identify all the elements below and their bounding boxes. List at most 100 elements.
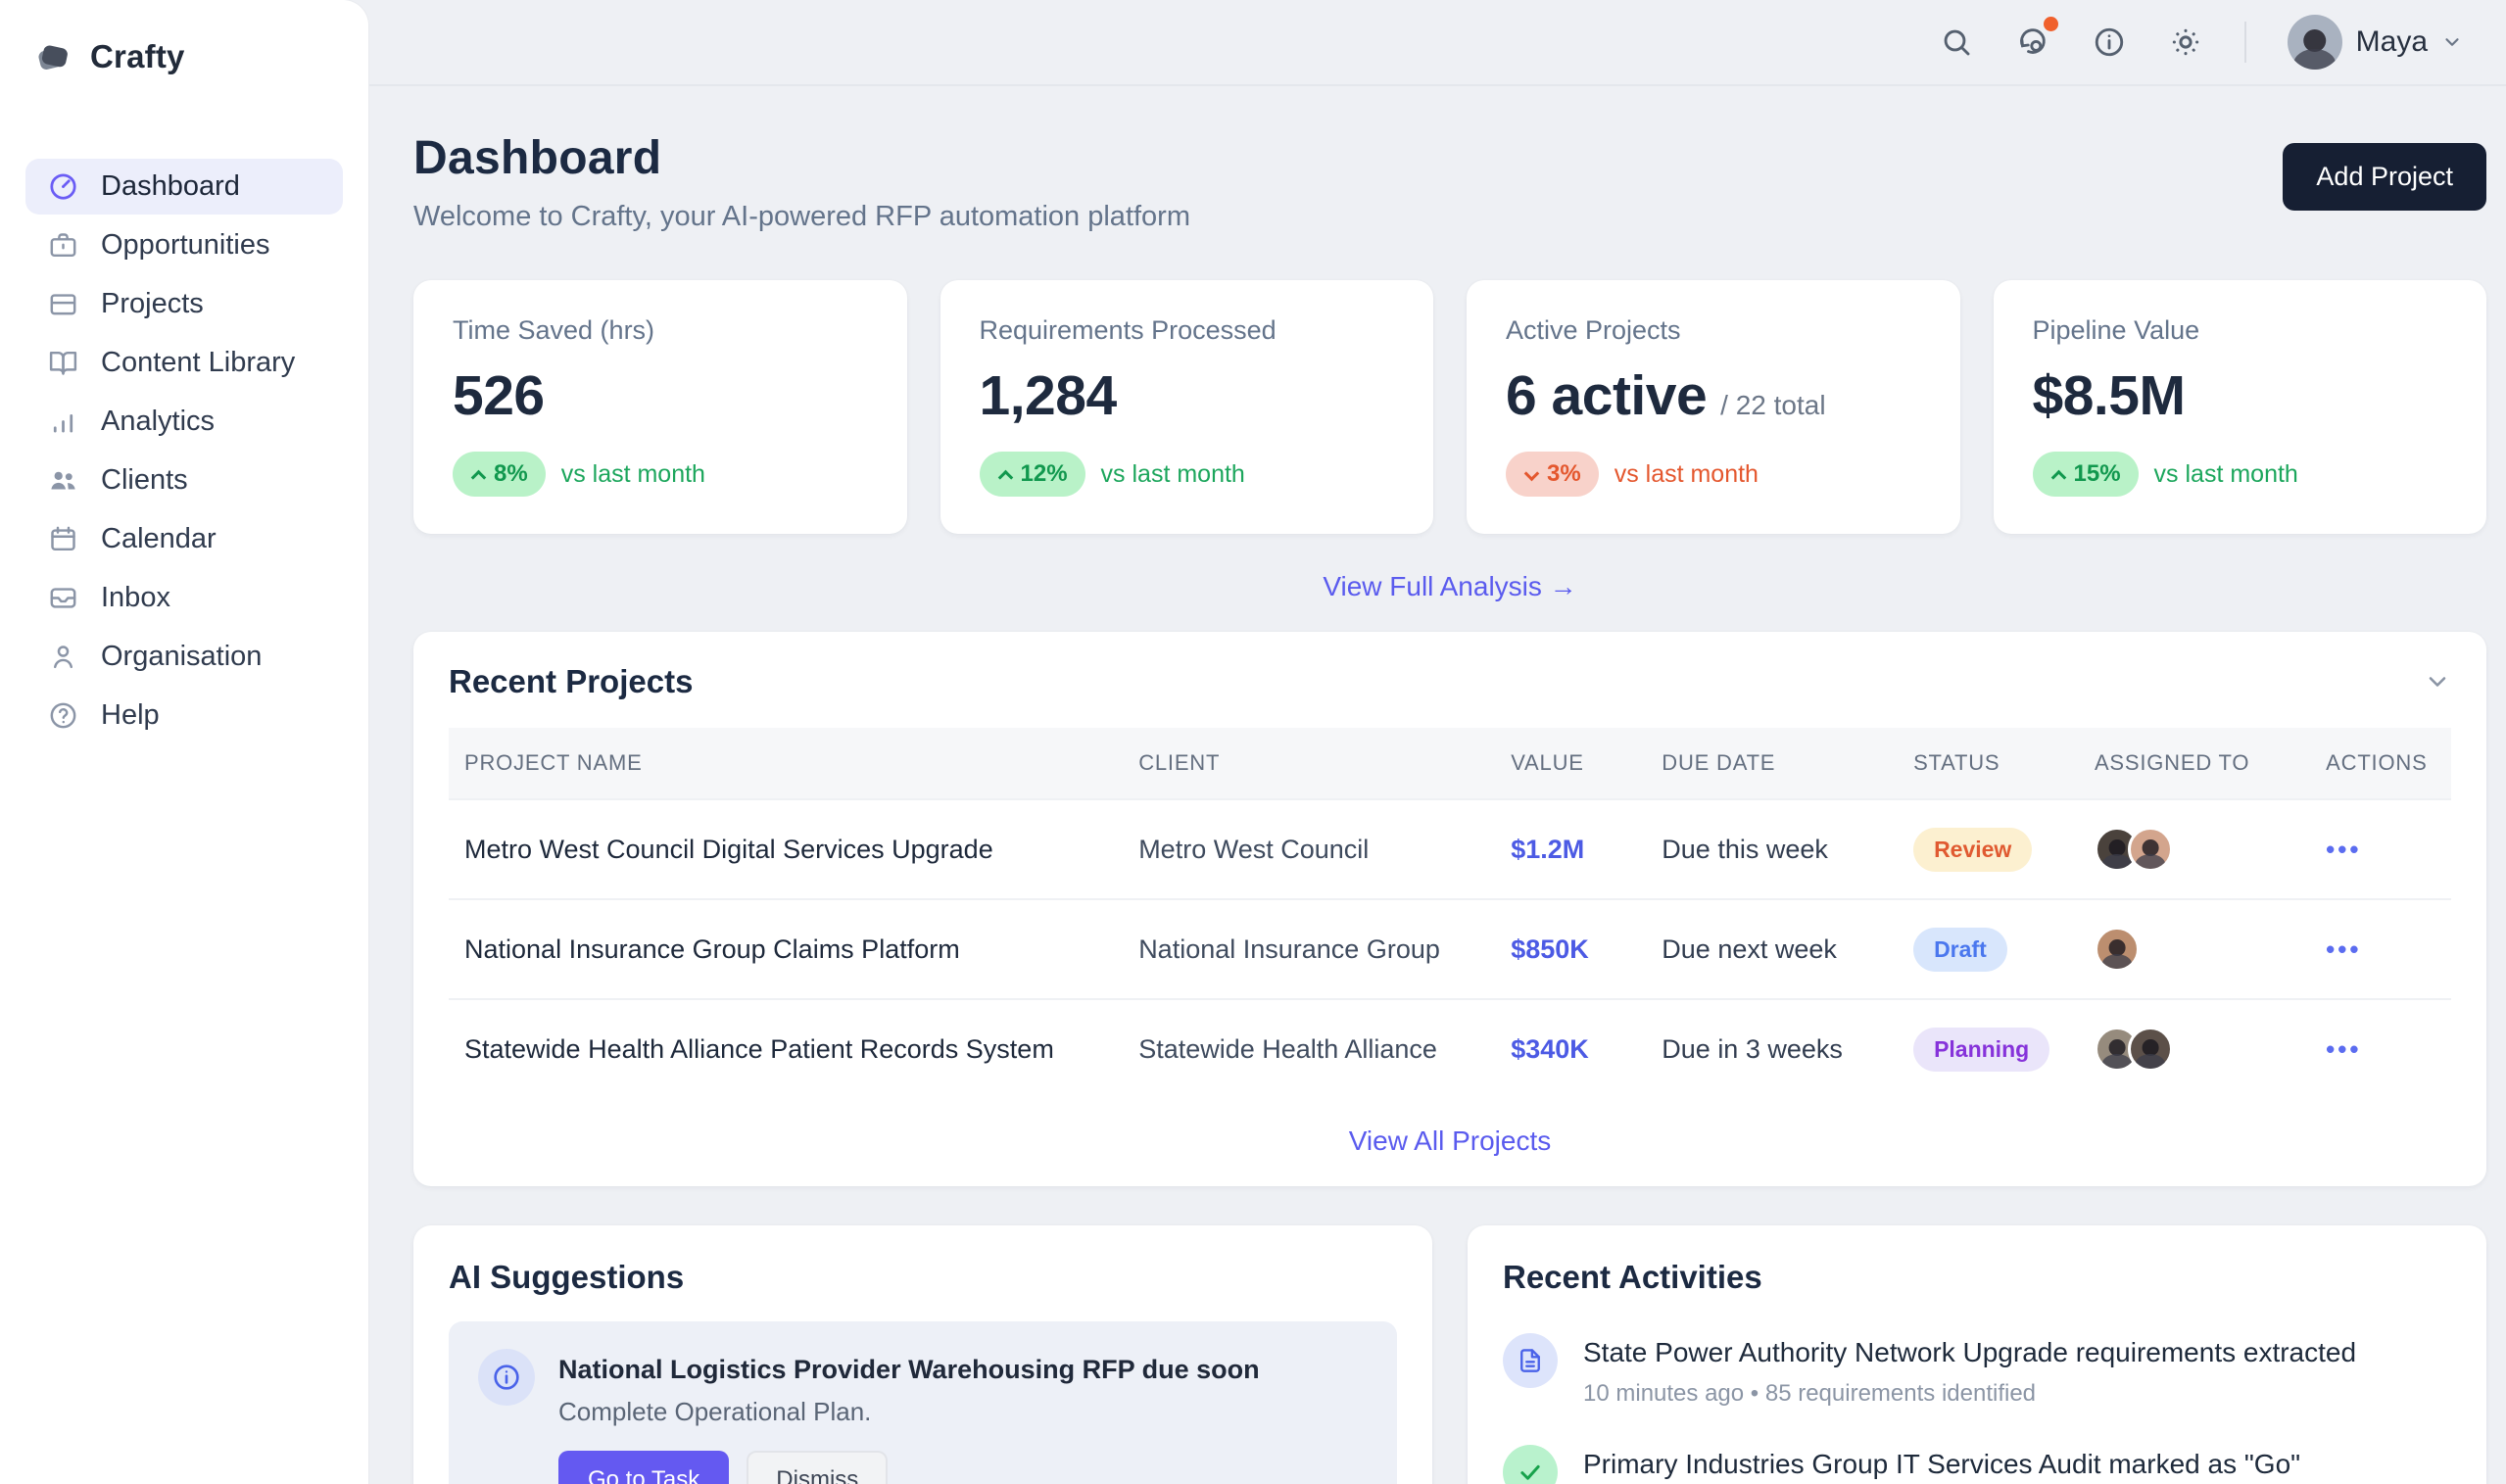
sidebar-item-label: Analytics — [101, 406, 215, 438]
stat-label: Requirements Processed — [980, 315, 1395, 346]
sidebar-item-label: Opportunities — [101, 229, 270, 262]
content: Dashboard Welcome to Crafty, your AI-pow… — [368, 86, 2506, 1484]
stat-value: 526 — [453, 363, 545, 428]
activity-item: Primary Industries Group IT Services Aud… — [1503, 1445, 2451, 1484]
sidebar-item-clients[interactable]: Clients — [25, 453, 343, 508]
topbar: Maya — [368, 0, 2506, 86]
project-due: Due in 3 weeks — [1646, 999, 1898, 1098]
users-icon — [47, 464, 79, 497]
stat-card-requirements: Requirements Processed 1,284 12% vs last… — [940, 280, 1434, 534]
topbar-divider — [2244, 22, 2246, 63]
info-circle-icon — [478, 1349, 535, 1406]
col-project-name: PROJECT NAME — [449, 728, 1123, 799]
status-badge: Draft — [1913, 928, 2007, 972]
panel-icon — [47, 288, 79, 320]
row-actions-button[interactable]: ••• — [2326, 934, 2361, 964]
sidebar-item-dashboard[interactable]: Dashboard — [25, 159, 343, 215]
activity-meta: 10 minutes ago • 85 requirements identif… — [1583, 1380, 2356, 1408]
stat-card-time-saved: Time Saved (hrs) 526 8% vs last month — [413, 280, 907, 534]
support-icon[interactable] — [2015, 24, 2050, 60]
collapse-chevron-icon[interactable] — [2424, 668, 2451, 695]
add-project-button[interactable]: Add Project — [2283, 143, 2486, 211]
suggestion-desc: Complete Operational Plan. — [558, 1397, 1260, 1427]
sidebar-item-analytics[interactable]: Analytics — [25, 394, 343, 450]
recent-activities-title: Recent Activities — [1503, 1259, 2451, 1296]
stat-value: 6 active — [1506, 363, 1707, 428]
col-client: CLIENT — [1123, 728, 1495, 799]
activity-item: State Power Authority Network Upgrade re… — [1503, 1333, 2451, 1408]
stat-label: Pipeline Value — [2033, 315, 2448, 346]
notification-dot — [2044, 17, 2058, 31]
sidebar-item-inbox[interactable]: Inbox — [25, 570, 343, 626]
recent-activities-panel: Recent Activities State Power Authority … — [1468, 1225, 2486, 1484]
calendar-icon — [47, 523, 79, 555]
avatar — [2128, 827, 2173, 872]
search-icon[interactable] — [1939, 24, 1974, 60]
col-value: VALUE — [1495, 728, 1646, 799]
sidebar-item-calendar[interactable]: Calendar — [25, 511, 343, 567]
sidebar-item-opportunities[interactable]: Opportunities — [25, 217, 343, 273]
avatar — [2095, 927, 2140, 972]
trend-caret-icon — [1523, 467, 1539, 481]
trend-compare: vs last month — [1614, 460, 1759, 489]
sidebar-item-projects[interactable]: Projects — [25, 276, 343, 332]
crafty-logo-icon — [31, 35, 74, 78]
project-name: Metro West Council Digital Services Upgr… — [449, 799, 1123, 899]
help-icon — [47, 699, 79, 732]
ai-suggestions-panel: AI Suggestions National Logistics Provid… — [413, 1225, 1432, 1484]
chevron-down-icon — [2441, 31, 2463, 53]
projects-table: PROJECT NAME CLIENT VALUE DUE DATE STATU… — [449, 728, 2451, 1098]
sidebar-item-label: Organisation — [101, 641, 262, 673]
col-due-date: DUE DATE — [1646, 728, 1898, 799]
col-status: STATUS — [1898, 728, 2079, 799]
project-name: Statewide Health Alliance Patient Record… — [449, 999, 1123, 1098]
project-due: Due this week — [1646, 799, 1898, 899]
assigned-avatars — [2095, 1027, 2294, 1072]
avatar — [2128, 1027, 2173, 1072]
col-actions: ACTIONS — [2310, 728, 2451, 799]
stat-suffix: / 22 total — [1720, 390, 1825, 421]
trend-caret-icon — [997, 467, 1013, 481]
project-client: National Insurance Group — [1123, 899, 1495, 999]
theme-sun-icon[interactable] — [2168, 24, 2203, 60]
brand: Crafty — [25, 29, 343, 78]
project-value: $340K — [1495, 999, 1646, 1098]
assigned-avatars — [2095, 927, 2294, 972]
col-assigned-to: ASSIGNED TO — [2079, 728, 2310, 799]
user-avatar — [2288, 15, 2342, 70]
trend-compare: vs last month — [1101, 460, 1245, 489]
suggestion-title: National Logistics Provider Warehousing … — [558, 1349, 1260, 1385]
book-open-icon — [47, 347, 79, 379]
trend-pill: 12% — [980, 452, 1085, 497]
stat-label: Time Saved (hrs) — [453, 315, 868, 346]
dismiss-button[interactable]: Dismiss — [747, 1451, 888, 1484]
sidebar-item-organisation[interactable]: Organisation — [25, 629, 343, 685]
trend-pill: 8% — [453, 452, 546, 497]
main-area: Maya Dashboard Welcome to Crafty, your A… — [368, 0, 2506, 1484]
row-actions-button[interactable]: ••• — [2326, 1034, 2361, 1064]
row-actions-button[interactable]: ••• — [2326, 835, 2361, 864]
stat-value: $8.5M — [2033, 363, 2186, 428]
trend-compare: vs last month — [561, 460, 705, 489]
project-value: $850K — [1495, 899, 1646, 999]
trend-caret-icon — [2050, 467, 2066, 481]
info-icon[interactable] — [2092, 24, 2127, 60]
project-client: Statewide Health Alliance — [1123, 999, 1495, 1098]
trend-compare: vs last month — [2154, 460, 2298, 489]
recent-projects-title: Recent Projects — [449, 663, 693, 700]
view-all-projects-link[interactable]: View All Projects — [1349, 1125, 1551, 1156]
sidebar-item-content-library[interactable]: Content Library — [25, 335, 343, 391]
gauge-icon — [47, 170, 79, 203]
go-to-task-button[interactable]: Go to Task — [558, 1451, 729, 1484]
sidebar-item-label: Inbox — [101, 582, 170, 614]
inbox-icon — [47, 582, 79, 614]
view-full-analysis-link[interactable]: View Full Analysis → — [1323, 571, 1576, 601]
sidebar-item-help[interactable]: Help — [25, 688, 343, 743]
sidebar: Crafty Dashboard Opportunities — [0, 0, 368, 1484]
trend-pill: 3% — [1506, 452, 1599, 497]
document-icon — [1503, 1333, 1558, 1388]
page-title: Dashboard — [413, 131, 1190, 185]
trend-pill: 15% — [2033, 452, 2139, 497]
user-menu[interactable]: Maya — [2288, 15, 2463, 70]
sidebar-item-label: Content Library — [101, 347, 295, 379]
